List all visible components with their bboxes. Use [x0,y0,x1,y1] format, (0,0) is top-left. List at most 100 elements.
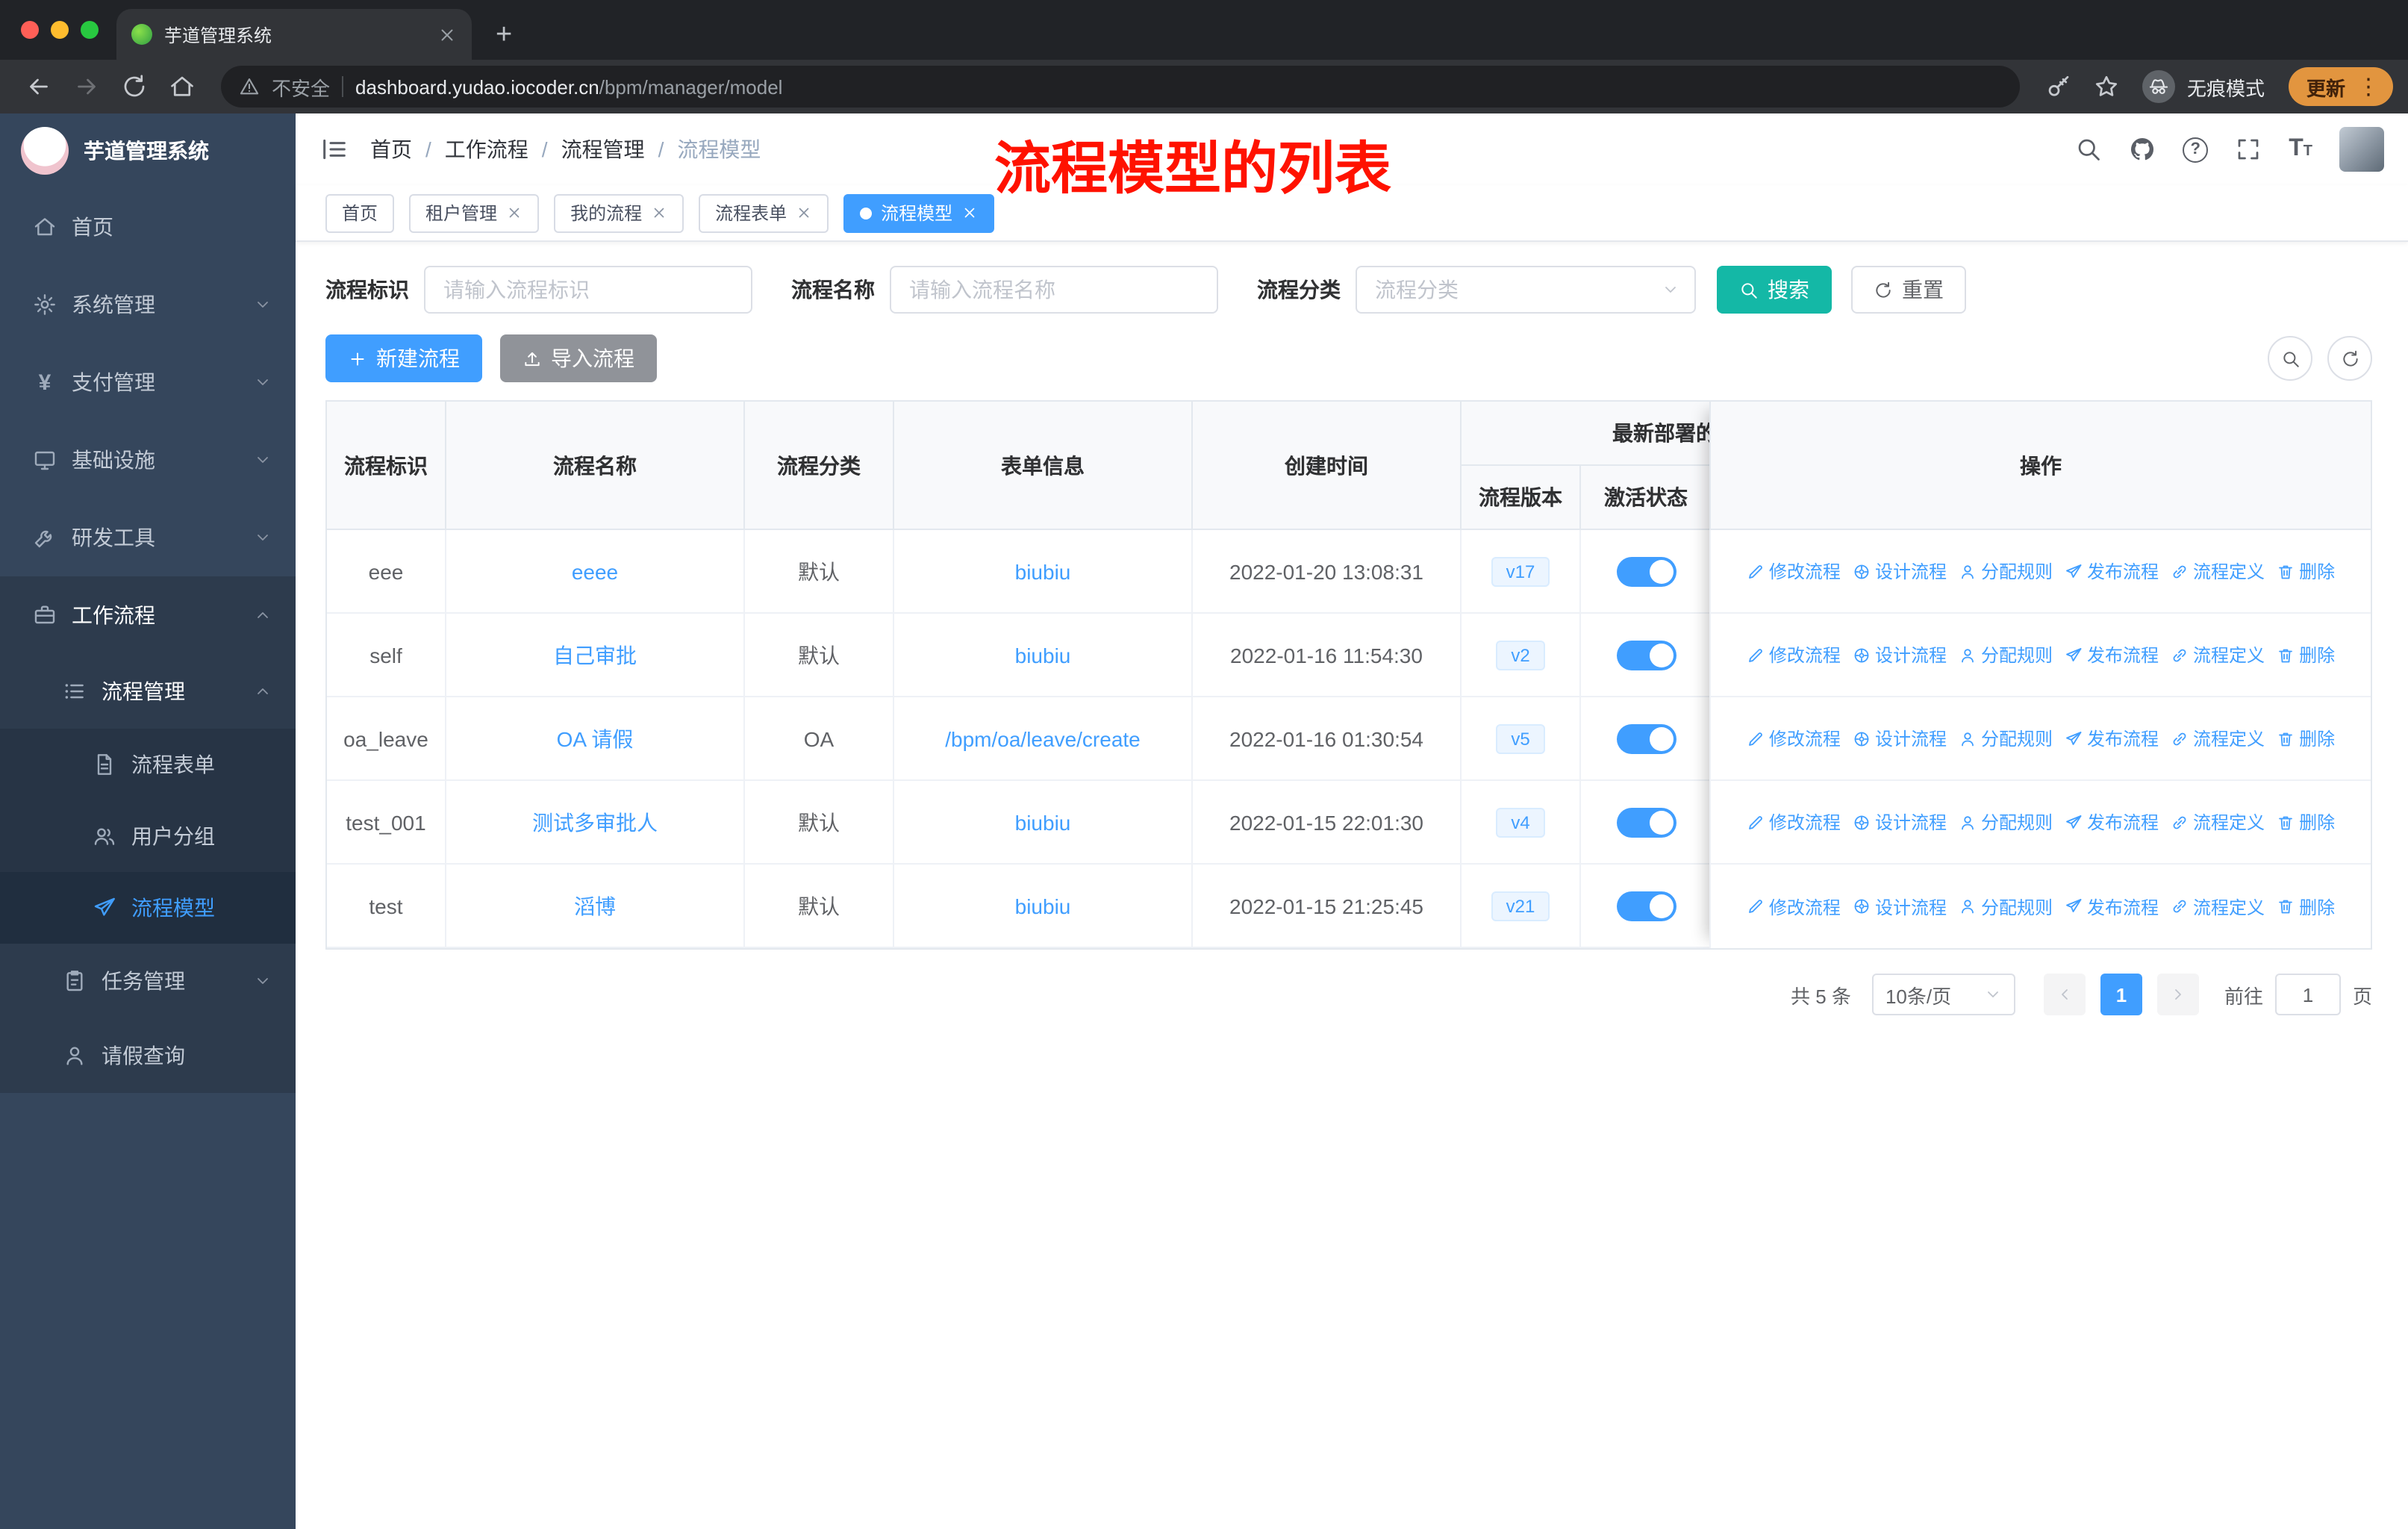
action-delete[interactable]: 删除 [2277,726,2335,751]
github-icon[interactable] [2129,136,2156,163]
close-icon[interactable] [651,205,667,221]
action-assign-rule[interactable]: 分配规则 [1959,558,2053,584]
action-flow-definition[interactable]: 流程定义 [2171,558,2265,584]
action-flow-definition[interactable]: 流程定义 [2171,809,2265,835]
create-process-button[interactable]: 新建流程 [325,334,482,382]
prev-page-button[interactable] [2043,974,2086,1015]
sidebar-item-home[interactable]: 首页 [0,188,296,266]
password-key-icon[interactable] [2045,73,2072,100]
form-info-link[interactable]: biubiu [1015,559,1071,583]
breadcrumb-home[interactable]: 首页 [370,134,412,164]
action-assign-rule[interactable]: 分配规则 [1959,809,2053,835]
action-assign-rule[interactable]: 分配规则 [1959,642,2053,667]
form-info-link[interactable]: biubiu [1015,810,1071,834]
action-design-flow[interactable]: 设计流程 [1853,726,1947,751]
sidebar-item-payment[interactable]: ¥ 支付管理 [0,343,296,421]
process-name-link[interactable]: 自己审批 [553,640,637,670]
zoom-window-button[interactable] [81,21,99,39]
process-name-link[interactable]: 滔博 [574,891,616,921]
form-info-link[interactable]: biubiu [1015,894,1071,918]
page-size-select[interactable]: 10条/页 [1871,974,2015,1015]
sidebar-item-system[interactable]: 系统管理 [0,266,296,343]
close-icon[interactable] [796,205,812,221]
close-icon[interactable] [961,205,978,221]
action-modify-flow[interactable]: 修改流程 [1747,894,1841,919]
action-publish-flow[interactable]: 发布流程 [2065,558,2159,584]
font-size-icon[interactable]: TT [2289,137,2312,161]
next-page-button[interactable] [2156,974,2199,1015]
action-delete[interactable]: 删除 [2277,894,2335,919]
version-badge[interactable]: v17 [1491,556,1550,586]
tab-tag-process-form[interactable]: 流程表单 [699,193,829,232]
sidebar-item-task-management[interactable]: 任务管理 [0,944,296,1018]
goto-page-input[interactable] [2274,974,2341,1015]
close-icon[interactable] [506,205,523,221]
form-info-link[interactable]: biubiu [1015,643,1071,667]
process-name-link[interactable]: 测试多审批人 [532,807,658,837]
action-modify-flow[interactable]: 修改流程 [1747,809,1841,835]
sidebar-item-infrastructure[interactable]: 基础设施 [0,421,296,499]
form-info-link[interactable]: /bpm/oa/leave/create [945,726,1141,750]
active-toggle[interactable] [1616,640,1676,670]
home-icon[interactable] [169,73,196,100]
sidebar-item-user-group[interactable]: 用户分组 [0,800,296,872]
browser-tab[interactable]: 芋道管理系统 [116,9,472,60]
back-icon[interactable] [25,73,52,100]
version-badge[interactable]: v2 [1496,640,1545,670]
tab-tag-my-process[interactable]: 我的流程 [554,193,684,232]
browser-update-button[interactable]: 更新 ⋮ [2288,67,2393,106]
action-design-flow[interactable]: 设计流程 [1853,558,1947,584]
action-publish-flow[interactable]: 发布流程 [2065,642,2159,667]
bookmark-star-icon[interactable] [2093,73,2120,100]
page-1-button[interactable]: 1 [2100,974,2142,1015]
version-badge[interactable]: v5 [1496,723,1545,753]
sidebar-item-leave-query[interactable]: 请假查询 [0,1018,296,1093]
tab-tag-process-model[interactable]: 流程模型 [843,193,995,232]
version-badge[interactable]: v21 [1491,891,1550,921]
user-avatar[interactable] [2339,127,2384,172]
active-toggle[interactable] [1616,723,1676,753]
reset-button[interactable]: 重置 [1851,266,1966,314]
reload-icon[interactable] [121,73,148,100]
security-label[interactable]: 不安全 [272,72,330,101]
sidebar-item-workflow[interactable]: 工作流程 [0,576,296,654]
action-modify-flow[interactable]: 修改流程 [1747,558,1841,584]
active-toggle[interactable] [1616,807,1676,837]
sidebar-item-devtools[interactable]: 研发工具 [0,499,296,576]
process-name-link[interactable]: eeee [572,559,618,583]
tab-close-icon[interactable] [437,25,457,44]
sidebar-item-process-management[interactable]: 流程管理 [0,654,296,729]
process-name-input[interactable] [890,266,1218,314]
action-flow-definition[interactable]: 流程定义 [2171,894,2265,919]
version-badge[interactable]: v4 [1496,807,1545,837]
close-window-button[interactable] [21,21,39,39]
minimize-window-button[interactable] [51,21,69,39]
process-name-link[interactable]: OA 请假 [557,723,634,753]
action-assign-rule[interactable]: 分配规则 [1959,894,2053,919]
action-modify-flow[interactable]: 修改流程 [1747,642,1841,667]
tab-tag-home[interactable]: 首页 [325,193,395,232]
action-modify-flow[interactable]: 修改流程 [1747,726,1841,751]
address-bar[interactable]: 不安全 dashboard.yudao.iocoder.cn/bpm/manag… [221,66,2020,108]
action-design-flow[interactable]: 设计流程 [1853,809,1947,835]
import-process-button[interactable]: 导入流程 [500,334,657,382]
new-tab-button[interactable]: + [496,21,512,49]
process-id-input[interactable] [424,266,752,314]
active-toggle[interactable] [1616,556,1676,586]
sidebar-item-process-model[interactable]: 流程模型 [0,872,296,944]
url[interactable]: dashboard.yudao.iocoder.cn/bpm/manager/m… [355,75,782,98]
search-button[interactable]: 搜索 [1717,266,1832,314]
action-delete[interactable]: 删除 [2277,558,2335,584]
action-flow-definition[interactable]: 流程定义 [2171,726,2265,751]
forward-icon[interactable] [73,73,100,100]
breadcrumb-process-management[interactable]: 流程管理 [561,134,645,164]
action-publish-flow[interactable]: 发布流程 [2065,726,2159,751]
action-publish-flow[interactable]: 发布流程 [2065,809,2159,835]
help-icon[interactable]: ? [2183,137,2209,162]
fullscreen-icon[interactable] [2235,136,2262,163]
refresh-table-button[interactable] [2327,336,2372,381]
browser-menu-icon[interactable]: ⋮ [2353,73,2384,100]
action-publish-flow[interactable]: 发布流程 [2065,894,2159,919]
action-delete[interactable]: 删除 [2277,809,2335,835]
active-toggle[interactable] [1616,891,1676,921]
